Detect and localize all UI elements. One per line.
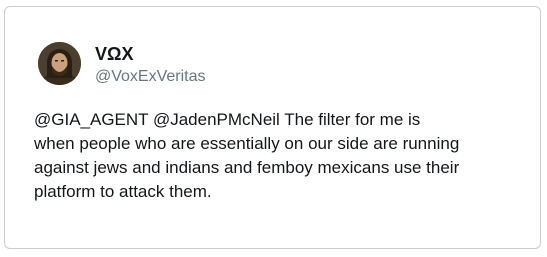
author-handle[interactable]: @VoxExVeritas (95, 67, 206, 87)
tweet-card: VΩX @VoxExVeritas @GIA_AGENT @JadenPMcNe… (4, 6, 541, 249)
profile-photo-icon (38, 42, 81, 85)
author-display-name[interactable]: VΩX (95, 43, 133, 65)
tweet-text-line: when people who are essentially on our s… (34, 134, 460, 153)
tweet-text: @GIA_AGENT @JadenPMcNeil The filter for … (34, 108, 524, 204)
avatar[interactable] (38, 42, 81, 85)
tweet-text-line: platform to attack them. (34, 182, 212, 201)
tweet-text-line: against jews and indians and femboy mexi… (34, 158, 460, 177)
tweet-text-line: @GIA_AGENT @JadenPMcNeil The filter for … (34, 110, 421, 129)
